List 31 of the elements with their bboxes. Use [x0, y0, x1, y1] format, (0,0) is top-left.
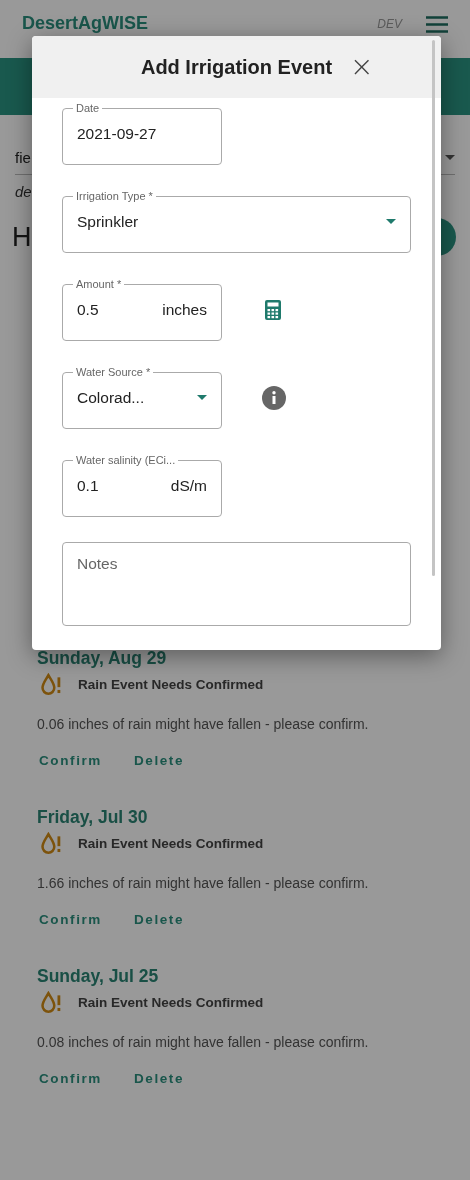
select-field[interactable]: Irrigation Type * Sprinkler: [62, 190, 411, 253]
event-date: Friday, Jul 30: [37, 807, 149, 828]
event-date: Sunday, Jul 25: [37, 966, 160, 987]
subtitle: de: [15, 183, 32, 200]
info-icon[interactable]: [262, 385, 286, 410]
environment-label: DEV: [377, 17, 402, 31]
caret-icon: [197, 395, 207, 400]
event-message: 0.08 inches of rain might have fallen - please confirm.: [37, 1033, 370, 1052]
event-status: Rain Event Needs Confirmed: [78, 994, 264, 1010]
app-title: DesertAgWISE: [22, 14, 150, 33]
scrollbar[interactable]: [432, 40, 435, 576]
event-status: Rain Event Needs Confirmed: [78, 676, 264, 692]
raindrop-warning-icon: [40, 832, 61, 854]
notes-field[interactable]: Notes: [62, 542, 411, 626]
input-field[interactable]: Water salinity (ECi... 0.1 dS/m: [62, 454, 222, 517]
caret-icon: [445, 155, 455, 160]
event-message: 0.06 inches of rain might have fallen - please confirm.: [37, 715, 370, 734]
date-field[interactable]: Date 2021-09-27: [62, 102, 222, 165]
calculator-icon[interactable]: [265, 299, 281, 320]
event-status: Rain Event Needs Confirmed: [78, 835, 264, 851]
raindrop-warning-icon: [40, 673, 61, 695]
close-button[interactable]: ×: [346, 53, 378, 81]
raindrop-warning-icon: [40, 991, 61, 1013]
dialog-title: Add Irrigation Event: [140, 55, 333, 79]
event-date: Sunday, Aug 29: [37, 648, 168, 669]
input-field[interactable]: Amount * 0.5 inches: [62, 278, 222, 341]
select-field[interactable]: Water Source * Colorad...: [62, 366, 222, 429]
menu-icon[interactable]: [426, 16, 448, 33]
page-heading: H: [12, 221, 32, 253]
caret-icon: [386, 219, 396, 224]
event-message: 1.66 inches of rain might have fallen - please confirm.: [37, 874, 370, 893]
